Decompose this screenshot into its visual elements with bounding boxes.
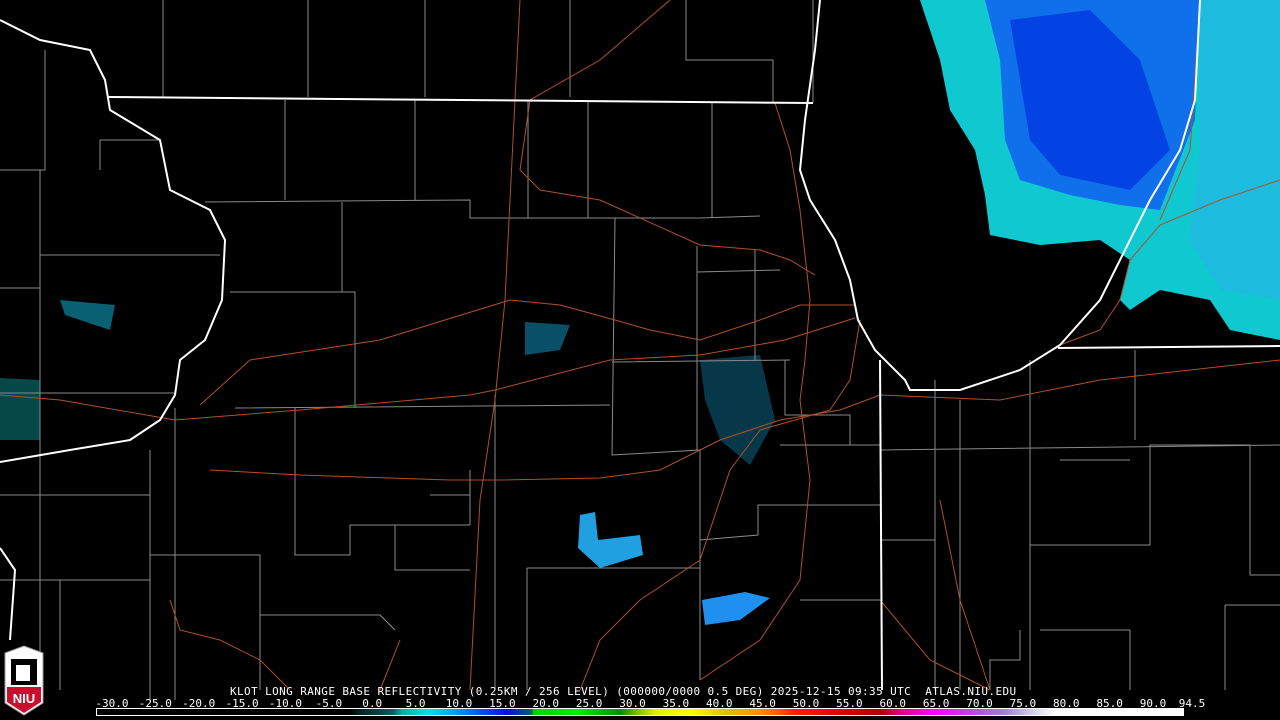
radar-map[interactable] — [0, 0, 1280, 720]
niu-logo: NIU — [4, 645, 44, 716]
radar-map-viewer: NIU KLOT LONG RANGE BASE REFLECTIVITY (0… — [0, 0, 1280, 720]
highways-segment — [519, 0, 816, 276]
county-lines-segment — [204, 100, 795, 219]
echo-scatter-farwest — [0, 378, 40, 440]
wisconsin-illinois-border — [107, 96, 814, 104]
echo-east-cells — [1190, 0, 1280, 300]
echo-scatter-center — [700, 355, 775, 465]
echo-cluster-south — [578, 512, 643, 568]
echo-scatter-west — [60, 300, 115, 330]
indiana-michigan-border — [1057, 345, 1280, 349]
echo-cluster-southeast — [702, 592, 770, 625]
river-lower-west — [0, 547, 17, 641]
illinois-indiana-border — [879, 359, 883, 691]
county-lines-segment — [879, 350, 1280, 690]
echo-scatter-mid — [525, 322, 570, 355]
reflectivity-colorbar — [96, 708, 1184, 716]
niu-logo-text: NIU — [13, 691, 35, 706]
county-lines-segment — [0, 0, 814, 690]
